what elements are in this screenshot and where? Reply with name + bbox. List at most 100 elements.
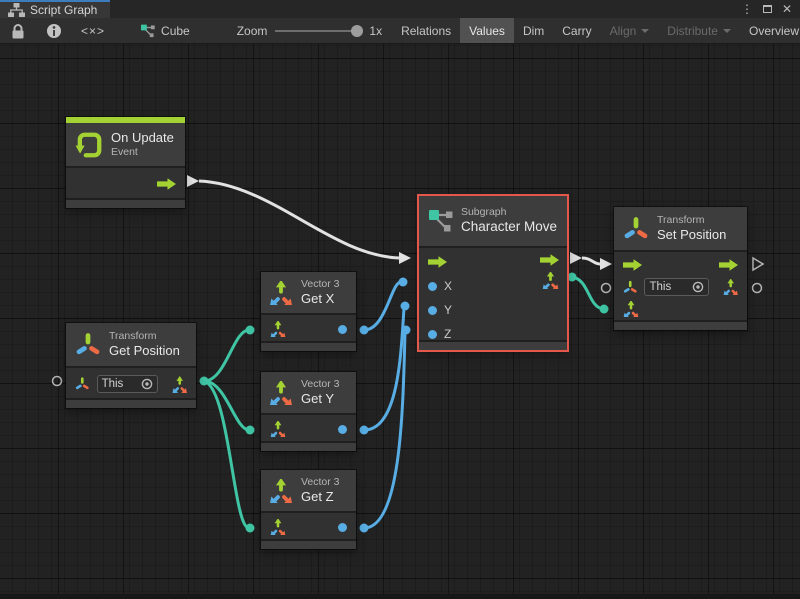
window-menu-icon[interactable]: ⋮ <box>741 3 753 15</box>
node-type: Vector 3 <box>301 278 340 291</box>
code-view-button[interactable]: <×> <box>72 18 114 43</box>
node-header: On Update Event <box>66 123 185 166</box>
zoom-slider-handle[interactable] <box>351 25 363 37</box>
graph-pointer-icon <box>141 24 155 38</box>
lock-button[interactable] <box>0 18 36 43</box>
info-button[interactable] <box>36 18 72 43</box>
vector-output-port[interactable] <box>542 272 559 289</box>
input-row-y: Y <box>419 298 567 322</box>
zoom-value: 1x <box>369 24 382 38</box>
lock-icon <box>10 23 26 39</box>
tab-strip: Script Graph ⋮ ✕ <box>0 0 800 18</box>
zoom-control: Zoom 1x <box>227 18 392 43</box>
transform-icon <box>623 216 649 242</box>
node-get-z[interactable]: Vector 3 Get Z <box>261 470 356 549</box>
graph-toolbar: <×> Cube Zoom 1x Relations Values Dim Ca… <box>0 18 800 44</box>
zoom-label: Zoom <box>237 24 268 38</box>
distribute-button[interactable]: Distribute <box>658 18 740 43</box>
graph-breadcrumb[interactable]: Cube <box>132 18 199 43</box>
dim-button[interactable]: Dim <box>514 18 553 43</box>
vector3-icon <box>269 479 293 503</box>
zoom-slider[interactable] <box>275 30 361 32</box>
node-type: Transform <box>109 330 180 343</box>
position-row <box>614 298 747 320</box>
node-footer <box>261 539 356 549</box>
this-input-port[interactable] <box>623 280 637 295</box>
target-picker-icon[interactable] <box>141 378 153 390</box>
graph-name: Cube <box>161 24 190 38</box>
vector-input-port[interactable] <box>270 321 286 337</box>
relations-button[interactable]: Relations <box>392 18 460 43</box>
node-title: Get X <box>301 291 340 307</box>
values-button[interactable]: Values <box>460 18 514 43</box>
node-footer <box>614 320 747 330</box>
port-label-y: Y <box>444 303 452 317</box>
exec-input-port[interactable] <box>428 256 447 268</box>
exec-input-port[interactable] <box>623 259 642 271</box>
vector-output-port[interactable] <box>172 376 187 393</box>
node-header: Vector 3 Get Y <box>261 372 356 413</box>
node-footer <box>66 398 196 408</box>
port-label-z: Z <box>444 327 451 341</box>
this-value: This <box>102 378 124 390</box>
this-field[interactable]: This <box>644 278 708 296</box>
exec-output-port[interactable] <box>719 259 738 271</box>
port-label-x: X <box>444 279 452 293</box>
code-icon: <×> <box>81 24 105 38</box>
node-title: Get Z <box>301 489 340 505</box>
node-get-x[interactable]: Vector 3 Get X <box>261 272 356 351</box>
exec-output-port[interactable] <box>157 178 176 190</box>
align-button[interactable]: Align <box>601 18 659 43</box>
vector-output-port[interactable] <box>723 279 738 295</box>
this-input-port[interactable] <box>75 376 90 392</box>
node-type: Transform <box>657 214 726 227</box>
maximize-icon[interactable] <box>763 5 772 13</box>
align-label: Align <box>610 24 637 38</box>
vector-input-port[interactable] <box>623 301 639 317</box>
x-input-port[interactable] <box>428 282 437 291</box>
distribute-label: Distribute <box>667 24 718 38</box>
node-footer <box>261 341 356 351</box>
exec-output-port[interactable] <box>540 254 559 266</box>
node-footer <box>261 441 356 451</box>
vector-input-port[interactable] <box>270 519 286 535</box>
node-on-update[interactable]: On Update Event <box>66 117 185 208</box>
tab-script-graph[interactable]: Script Graph <box>0 0 110 18</box>
node-character-move[interactable]: Subgraph Character Move X Y Z <box>419 196 567 350</box>
vector3-icon <box>269 281 293 305</box>
node-title: Get Y <box>301 391 340 407</box>
node-title: Get Position <box>109 343 180 359</box>
y-input-port[interactable] <box>428 306 437 315</box>
this-row: This <box>614 276 747 298</box>
float-output-port[interactable] <box>338 523 347 532</box>
node-header: Vector 3 Get Z <box>261 470 356 511</box>
overview-button[interactable]: Overview <box>740 18 800 43</box>
chevron-down-icon <box>723 29 731 33</box>
node-type: Subgraph <box>461 206 557 219</box>
loop-event-icon <box>75 131 103 159</box>
node-get-position[interactable]: Transform Get Position This <box>66 323 196 408</box>
node-footer <box>66 198 185 208</box>
graph-tab-icon <box>8 3 25 17</box>
exec-row <box>614 254 747 276</box>
node-subtitle: Event <box>111 146 174 159</box>
carry-button[interactable]: Carry <box>553 18 600 43</box>
node-type: Vector 3 <box>301 378 340 391</box>
subgraph-icon <box>429 208 453 234</box>
node-type: Vector 3 <box>301 476 340 489</box>
info-icon <box>46 23 62 39</box>
node-header: Subgraph Character Move <box>419 196 567 246</box>
this-field[interactable]: This <box>97 375 158 393</box>
z-input-port[interactable] <box>428 330 437 339</box>
float-output-port[interactable] <box>338 425 347 434</box>
tab-title: Script Graph <box>30 3 97 17</box>
transform-icon <box>75 332 101 358</box>
node-set-position[interactable]: Transform Set Position This <box>614 207 747 330</box>
node-header: Transform Set Position <box>614 207 747 250</box>
close-icon[interactable]: ✕ <box>782 3 792 15</box>
float-output-port[interactable] <box>338 325 347 334</box>
target-picker-icon[interactable] <box>692 281 704 293</box>
vector-input-port[interactable] <box>270 421 286 437</box>
node-get-y[interactable]: Vector 3 Get Y <box>261 372 356 451</box>
script-graph-window: Script Graph ⋮ ✕ <×> Cube Zoom 1x Relati… <box>0 0 800 599</box>
